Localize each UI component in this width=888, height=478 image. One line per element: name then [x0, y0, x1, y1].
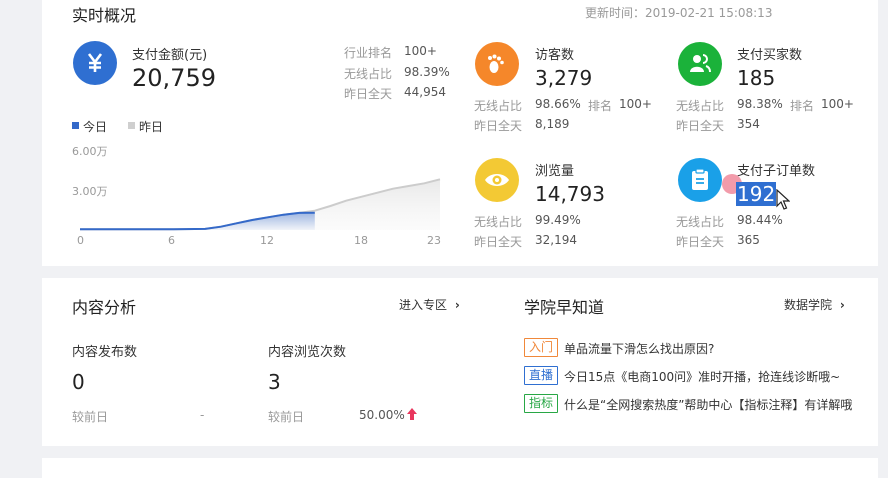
- compare-label: 较前日: [268, 410, 305, 424]
- yesterday-value: 365: [737, 233, 760, 247]
- wireless-label: 无线占比: [474, 99, 523, 113]
- realtime-overview-card: 实时概况 更新时间：2019-02-21 15:08:13 支付金额(元) 20…: [42, 0, 878, 266]
- selected-text[interactable]: 192: [736, 182, 777, 206]
- data-academy-label: 数据学院: [784, 298, 833, 312]
- wireless-label: 无线占比: [474, 215, 523, 229]
- wireless-value: 99.49%: [535, 213, 581, 227]
- rank-value: 100+: [821, 97, 854, 111]
- next-card: [42, 458, 878, 478]
- metric-value: 185: [737, 66, 776, 90]
- news-item-link[interactable]: 今日15点《电商100问》准时开播，抢连线诊断哦~: [564, 368, 840, 385]
- arrow-up-icon: [406, 406, 418, 425]
- yesterday-label: 昨日全天: [474, 235, 523, 249]
- compare-value: 50.00%: [359, 408, 405, 422]
- compare-value: -: [200, 408, 205, 422]
- tag-live: 直播: [524, 366, 559, 385]
- metric-label: 支付子订单数: [737, 164, 816, 179]
- x-tick-label: 6: [168, 234, 175, 247]
- content-title: 内容分析: [72, 298, 137, 317]
- x-tick-label: 12: [260, 234, 274, 247]
- yesterday-value: 8,189: [535, 117, 570, 131]
- x-tick-label: 23: [427, 234, 441, 247]
- footprint-icon: [475, 42, 519, 86]
- news-item-link[interactable]: 单品流量下滑怎么找出原因?: [564, 340, 714, 357]
- enter-zone-label: 进入专区: [399, 298, 448, 312]
- tag-intro: 入门: [524, 338, 559, 357]
- metric-value: 3,279: [535, 66, 593, 90]
- wireless-value: 98.44%: [737, 213, 783, 227]
- realtime-chart: [80, 178, 441, 231]
- published-label: 内容发布数: [72, 345, 138, 360]
- yesterday-label: 昨日全天: [676, 235, 725, 249]
- content-card: 内容分析 进入专区 › 内容发布数 0 较前日 - 内容浏览次数 3 较前日 5…: [42, 278, 878, 446]
- metric-value: 192: [736, 182, 777, 206]
- yesterday-value: 32,194: [535, 233, 577, 247]
- metric-label: 支付买家数: [737, 48, 803, 63]
- yesterday-label: 昨日全天: [676, 119, 725, 133]
- x-tick-label: 18: [354, 234, 368, 247]
- eye-icon: [475, 158, 519, 202]
- yesterday-label: 昨日全天: [474, 119, 523, 133]
- metric-value: 14,793: [535, 182, 605, 206]
- enter-zone-link[interactable]: 进入专区 ›: [399, 296, 460, 313]
- chevron-right-icon: ›: [454, 298, 460, 312]
- metric-label: 浏览量: [535, 164, 575, 179]
- wireless-value: 98.66%: [535, 97, 581, 111]
- wireless-label: 无线占比: [676, 215, 725, 229]
- buyers-icon: [678, 42, 722, 86]
- views-value: 3: [268, 370, 281, 394]
- rank-value: 100+: [619, 97, 652, 111]
- yesterday-value: 354: [737, 117, 760, 131]
- wireless-value: 98.38%: [737, 97, 783, 111]
- chevron-right-icon: ›: [839, 298, 845, 312]
- data-academy-link[interactable]: 数据学院 ›: [784, 296, 845, 313]
- views-label: 内容浏览次数: [268, 345, 347, 360]
- clipboard-icon: [678, 158, 722, 202]
- update-time: 更新时间：2019-02-21 15:08:13: [585, 6, 773, 20]
- wireless-label: 无线占比: [676, 99, 725, 113]
- compare-label: 较前日: [72, 410, 109, 424]
- metric-label: 访客数: [535, 48, 575, 63]
- rank-label: 排名: [790, 99, 815, 113]
- news-item-link[interactable]: 什么是“全网搜索热度”帮助中心【指标注释】有详解哦: [564, 396, 864, 413]
- rank-label: 排名: [588, 99, 613, 113]
- x-tick-label: 0: [77, 234, 84, 247]
- published-value: 0: [72, 370, 85, 394]
- tag-metric: 指标: [524, 394, 559, 413]
- academy-title: 学院早知道: [524, 298, 605, 317]
- mouse-cursor-icon: [776, 188, 791, 215]
